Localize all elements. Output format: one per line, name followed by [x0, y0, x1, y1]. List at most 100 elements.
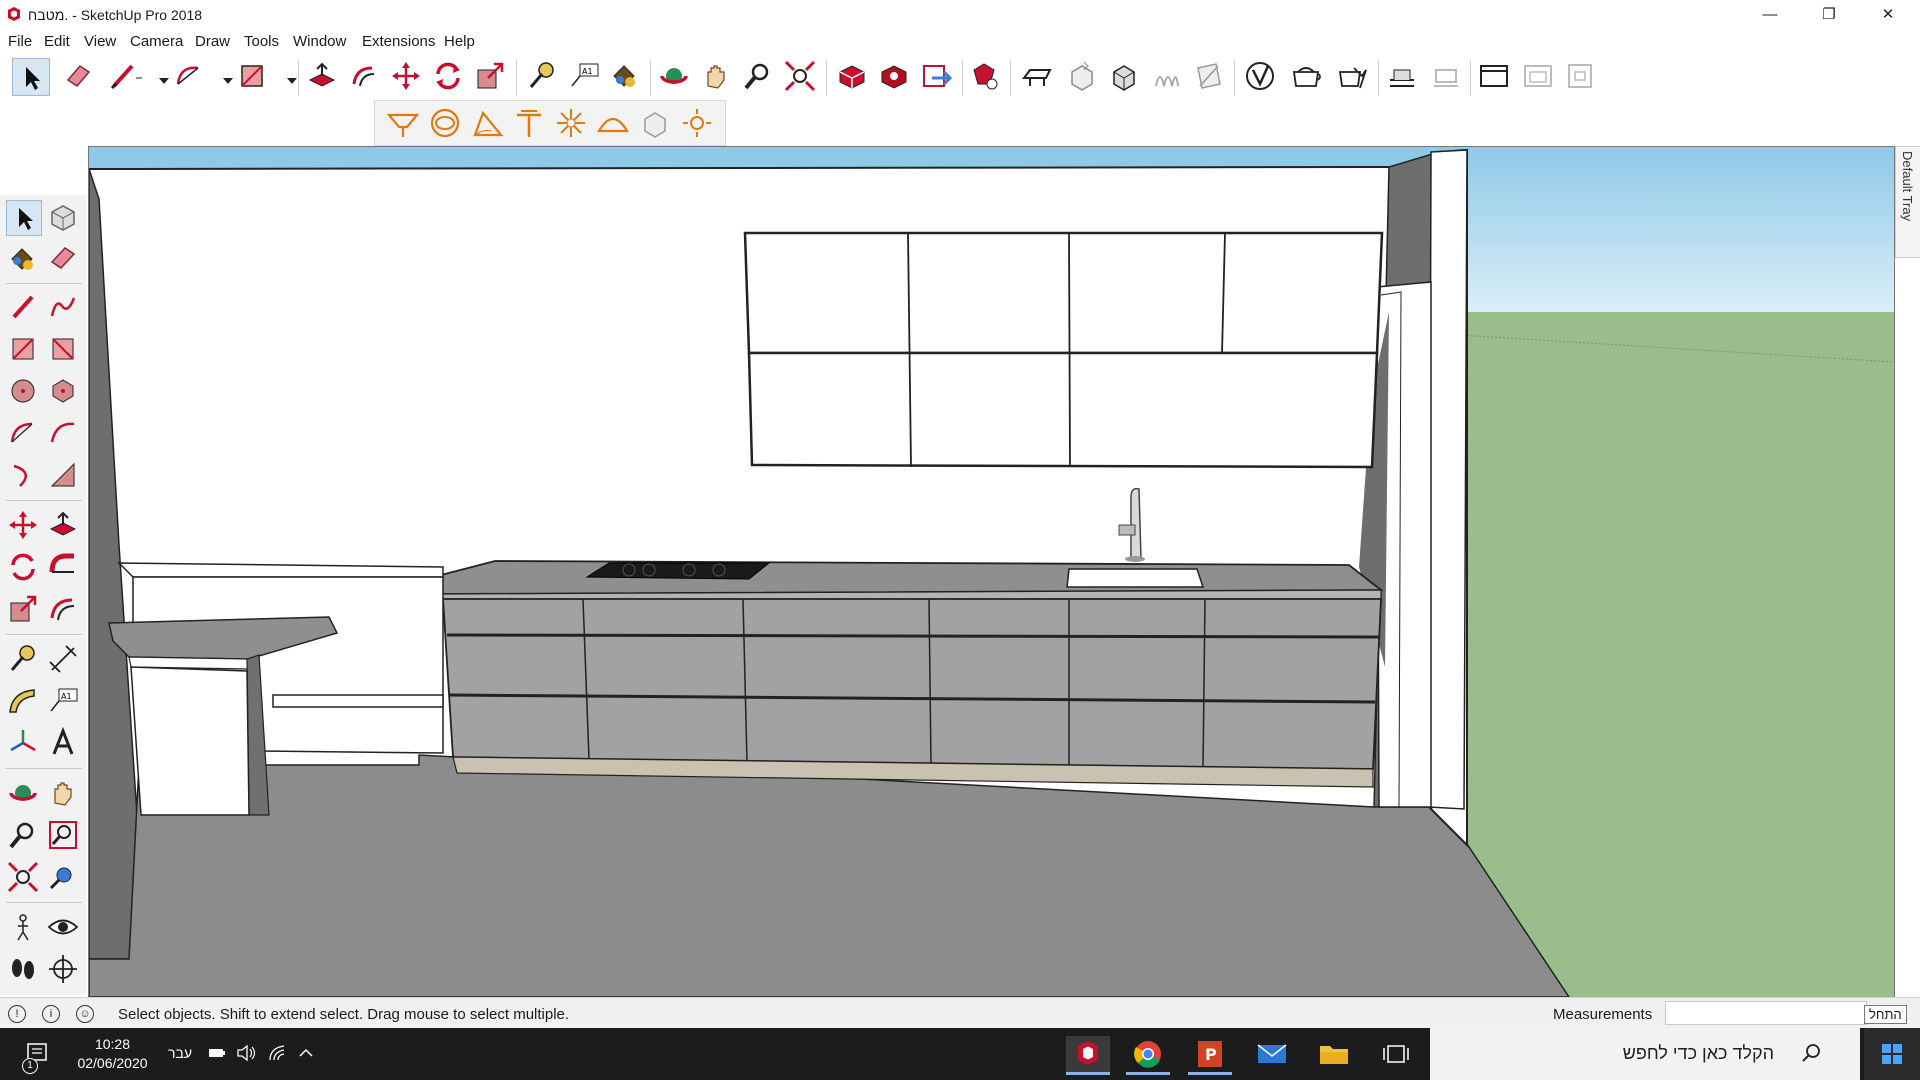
close-button[interactable]: ✕: [1860, 0, 1916, 30]
x-ray-button[interactable]: [1190, 58, 1226, 94]
left-tape-button[interactable]: [6, 642, 40, 676]
style-toggle-a-button[interactable]: [1520, 58, 1556, 94]
start-button[interactable]: [1864, 1028, 1920, 1080]
tape-measure-tool-button[interactable]: [524, 58, 560, 94]
info-icon[interactable]: i: [42, 1005, 60, 1023]
language-indicator[interactable]: עבר: [168, 1045, 192, 1061]
left-select-button[interactable]: [6, 200, 42, 236]
model-viewport[interactable]: [88, 146, 1895, 998]
style-toggle-b-button[interactable]: [1562, 58, 1598, 94]
menu-extensions[interactable]: Extensions: [362, 33, 435, 50]
taskbar-mail[interactable]: [1250, 1036, 1294, 1072]
left-arc-button[interactable]: [6, 416, 40, 450]
zoom-tool-button[interactable]: [740, 58, 776, 94]
left-3d-text-button[interactable]: [46, 726, 80, 760]
left-zoom-button[interactable]: [6, 818, 40, 852]
left-walk-button[interactable]: [6, 952, 40, 986]
rotate-tool-button[interactable]: [430, 58, 466, 94]
left-look-around-button[interactable]: [46, 910, 80, 944]
send-to-layout-button[interactable]: [918, 58, 954, 94]
line-dropdown-button[interactable]: [146, 64, 169, 100]
display-section-cuts-button[interactable]: [1106, 58, 1142, 94]
shape-dropdown-button[interactable]: [274, 64, 297, 100]
menu-view[interactable]: View: [84, 33, 116, 50]
offset-tool-button[interactable]: [346, 58, 382, 94]
left-axes-button[interactable]: [6, 726, 40, 760]
left-rotate-button[interactable]: [6, 550, 40, 584]
left-zoom-extents-button[interactable]: [6, 860, 40, 894]
left-zoom-window-button[interactable]: [46, 818, 80, 852]
back-edges-button[interactable]: [1242, 58, 1278, 94]
shaded-textures-button[interactable]: [1428, 58, 1464, 94]
menu-window[interactable]: Window: [293, 33, 346, 50]
default-tray-tab[interactable]: Default Tray: [1895, 146, 1920, 258]
monochrome-button[interactable]: [1476, 58, 1512, 94]
left-circle-button[interactable]: [6, 374, 40, 408]
add-detail-button[interactable]: [595, 105, 631, 141]
eraser-tool-button[interactable]: [60, 58, 96, 94]
user-icon[interactable]: ☺: [76, 1005, 94, 1023]
rectangle-tool-button[interactable]: [234, 58, 270, 94]
left-push-pull-button[interactable]: [46, 508, 80, 542]
taskbar-sketchup[interactable]: [1066, 1036, 1110, 1075]
display-section-planes-button[interactable]: [1064, 58, 1100, 94]
left-text-button[interactable]: A1: [46, 684, 80, 718]
orbit-tool-button[interactable]: [656, 58, 692, 94]
taskbar-chrome[interactable]: [1126, 1036, 1170, 1075]
section-plane-button[interactable]: [1020, 58, 1056, 94]
measurements-input[interactable]: [1665, 1001, 1867, 1025]
from-scratch-button[interactable]: [427, 105, 463, 141]
move-tool-button[interactable]: [388, 58, 424, 94]
flip-edge-button[interactable]: [637, 105, 673, 141]
left-3pt-arc-button[interactable]: [6, 458, 40, 492]
menu-tools[interactable]: Tools: [244, 33, 279, 50]
menu-camera[interactable]: Camera: [130, 33, 183, 50]
left-scale-button[interactable]: [6, 592, 40, 626]
restore-button[interactable]: ❐: [1801, 0, 1857, 30]
hidden-line-button[interactable]: [1334, 58, 1370, 94]
sandbox-extra-button[interactable]: [679, 105, 715, 141]
menu-draw[interactable]: Draw: [195, 33, 230, 50]
menu-edit[interactable]: Edit: [44, 33, 70, 50]
taskbar-clock[interactable]: 10:28 02/06/2020: [70, 1035, 155, 1073]
select-tool-button[interactable]: [12, 58, 50, 96]
kitchen-model-scene[interactable]: [89, 147, 1894, 997]
left-2pt-arc-button[interactable]: [46, 416, 80, 450]
left-section-plane-button[interactable]: [46, 952, 80, 986]
smoove-button[interactable]: [469, 105, 505, 141]
left-pie-button[interactable]: [46, 458, 80, 492]
volume-icon[interactable]: [236, 1044, 258, 1062]
line-tool-button[interactable]: [106, 58, 148, 94]
battery-icon[interactable]: [208, 1045, 226, 1061]
left-follow-me-button[interactable]: [46, 550, 80, 584]
scale-tool-button[interactable]: [472, 58, 508, 94]
left-protractor-button[interactable]: [6, 684, 40, 718]
paint-bucket-tool-button[interactable]: [606, 58, 642, 94]
left-rectangle-button[interactable]: [6, 332, 40, 366]
taskbar-file-explorer[interactable]: [1312, 1036, 1356, 1072]
left-component-button[interactable]: [46, 200, 80, 234]
pan-tool-button[interactable]: [698, 58, 734, 94]
geo-location-icon[interactable]: !: [8, 1005, 26, 1023]
left-move-button[interactable]: [6, 508, 40, 542]
drape-button[interactable]: [553, 105, 589, 141]
from-contours-button[interactable]: [385, 105, 421, 141]
left-orbit-button[interactable]: [6, 776, 40, 810]
left-line-button[interactable]: [6, 290, 40, 324]
wifi-icon[interactable]: [268, 1044, 288, 1062]
left-pan-button[interactable]: [46, 776, 80, 810]
left-offset-button[interactable]: [46, 592, 80, 626]
taskbar-task-view[interactable]: [1374, 1036, 1418, 1072]
menu-help[interactable]: Help: [444, 33, 475, 50]
taskbar-powerpoint[interactable]: P: [1188, 1036, 1232, 1075]
menu-file[interactable]: File: [8, 33, 32, 50]
text-tool-button[interactable]: A1: [566, 58, 602, 94]
shaded-button[interactable]: [1384, 58, 1420, 94]
left-eraser-button[interactable]: [46, 241, 80, 275]
arc-tool-button[interactable]: [170, 58, 206, 94]
3d-warehouse-button[interactable]: [834, 58, 870, 94]
extension-manager-button[interactable]: [966, 58, 1002, 94]
left-position-camera-button[interactable]: [6, 910, 40, 944]
zoom-extents-tool-button[interactable]: [782, 58, 818, 94]
left-dimension-button[interactable]: [46, 642, 80, 676]
